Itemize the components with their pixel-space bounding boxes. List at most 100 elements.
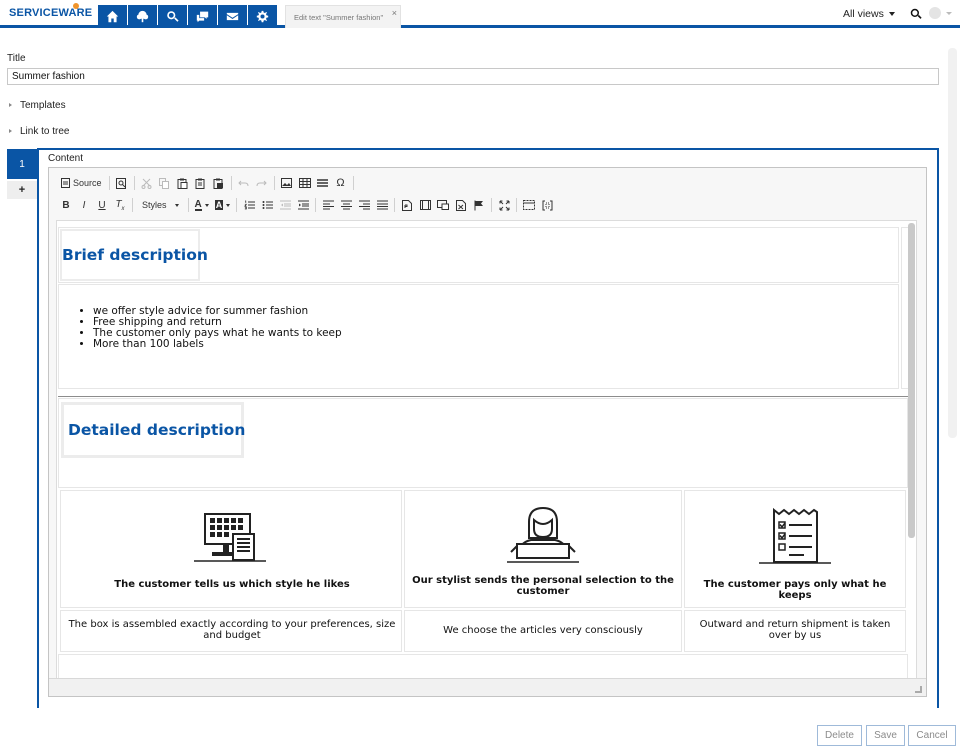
avatar[interactable] bbox=[929, 7, 941, 19]
chevron-down-icon[interactable] bbox=[889, 12, 895, 16]
undo-button[interactable] bbox=[235, 174, 253, 192]
tab-close-icon[interactable]: × bbox=[392, 8, 397, 18]
maximize-button[interactable] bbox=[495, 196, 513, 214]
nav-home-button[interactable] bbox=[98, 5, 127, 28]
paste-button[interactable] bbox=[174, 174, 192, 192]
toolbar-divider bbox=[133, 176, 135, 190]
preview-button[interactable] bbox=[113, 174, 131, 192]
bold-icon: B bbox=[62, 199, 70, 211]
step-description: Outward and return shipment is taken ove… bbox=[699, 619, 891, 641]
editor-content-area[interactable]: Brief description we offer style advice … bbox=[56, 220, 917, 679]
copy-button[interactable] bbox=[156, 174, 174, 192]
chevron-down-icon[interactable] bbox=[946, 12, 952, 15]
template-button[interactable] bbox=[452, 196, 470, 214]
expand-arrow-icon bbox=[9, 103, 12, 108]
justify-icon bbox=[376, 200, 388, 210]
flag-icon bbox=[474, 200, 484, 210]
delete-button[interactable]: Delete bbox=[817, 725, 862, 746]
view-selector[interactable]: All views bbox=[843, 8, 884, 20]
align-left-button[interactable] bbox=[319, 196, 337, 214]
pdf-button[interactable] bbox=[398, 196, 416, 214]
link-to-tree-expander[interactable]: Link to tree bbox=[9, 126, 69, 137]
text-color-button[interactable]: A bbox=[192, 196, 212, 214]
logo[interactable]: SERVICEWARE bbox=[9, 7, 92, 19]
brief-heading: Brief description bbox=[62, 246, 208, 264]
search-icon[interactable] bbox=[910, 8, 922, 20]
toolbar-divider bbox=[491, 198, 493, 212]
templates-expander[interactable]: Templates bbox=[9, 100, 66, 111]
nav-mail-button[interactable] bbox=[218, 5, 247, 28]
underline-button[interactable]: U bbox=[93, 196, 111, 214]
remove-format-button[interactable]: Tx bbox=[111, 196, 129, 214]
redo-button[interactable] bbox=[253, 174, 271, 192]
table-button[interactable] bbox=[296, 174, 314, 192]
image-button[interactable] bbox=[278, 174, 296, 192]
styles-dropdown[interactable]: Styles bbox=[136, 196, 185, 214]
redo-icon bbox=[256, 180, 267, 186]
cut-icon bbox=[141, 178, 152, 189]
toolbar-divider bbox=[132, 198, 133, 212]
step-description: We choose the articles very consciously bbox=[443, 625, 643, 636]
list-item: More than 100 labels bbox=[93, 339, 342, 350]
styles-label: Styles bbox=[142, 200, 167, 210]
chevron-down-icon bbox=[226, 203, 231, 207]
save-button[interactable]: Save bbox=[866, 725, 905, 746]
show-blocks-button[interactable] bbox=[520, 196, 538, 214]
cut-button[interactable] bbox=[138, 174, 156, 192]
align-right-button[interactable] bbox=[355, 196, 373, 214]
page-scrollbar[interactable] bbox=[948, 48, 957, 438]
nav-chat-button[interactable] bbox=[188, 5, 217, 28]
nav-search-button[interactable] bbox=[158, 5, 187, 28]
paste-word-icon bbox=[213, 178, 224, 189]
anchor-button[interactable] bbox=[470, 196, 488, 214]
detailed-heading: Detailed description bbox=[68, 421, 246, 439]
align-center-button[interactable] bbox=[337, 196, 355, 214]
resize-handle-icon[interactable] bbox=[915, 686, 922, 693]
source-label: Source bbox=[73, 178, 102, 188]
numbered-list-button[interactable] bbox=[240, 196, 258, 214]
title-input[interactable] bbox=[7, 68, 939, 85]
section-divider bbox=[58, 396, 908, 397]
paste-icon bbox=[177, 178, 188, 189]
indent-button[interactable] bbox=[294, 196, 312, 214]
italic-icon: I bbox=[82, 199, 86, 211]
top-bar: SERVICEWARE Edit text "Summer fashion" ×… bbox=[0, 0, 960, 28]
source-button[interactable]: Source bbox=[57, 174, 106, 192]
home-icon bbox=[106, 10, 119, 23]
main-navigation bbox=[98, 5, 278, 28]
bold-button[interactable]: B bbox=[57, 196, 75, 214]
justify-button[interactable] bbox=[373, 196, 391, 214]
preview-icon bbox=[116, 177, 127, 189]
nav-settings-button[interactable] bbox=[248, 5, 277, 28]
special-character-button[interactable]: Ω bbox=[332, 174, 350, 192]
gear-icon bbox=[256, 10, 269, 23]
pdf-icon bbox=[402, 199, 413, 211]
tab-edit-text[interactable]: Edit text "Summer fashion" × bbox=[285, 5, 401, 28]
nav-tree-button[interactable] bbox=[128, 5, 157, 28]
video-button[interactable] bbox=[416, 196, 434, 214]
italic-button[interactable]: I bbox=[75, 196, 93, 214]
monitor-icon bbox=[194, 513, 266, 562]
horizontal-line-button[interactable] bbox=[314, 174, 332, 192]
bulleted-list-button[interactable] bbox=[258, 196, 276, 214]
chevron-down-icon bbox=[204, 203, 209, 207]
content-tab-1[interactable]: 1 bbox=[7, 149, 37, 179]
search-icon bbox=[167, 11, 179, 22]
stylist-icon bbox=[507, 506, 579, 563]
add-content-tab-button[interactable]: + bbox=[7, 181, 37, 199]
div-container-button[interactable] bbox=[538, 196, 556, 214]
cancel-button[interactable]: Cancel bbox=[908, 725, 956, 746]
undo-icon bbox=[238, 180, 249, 186]
editor-scrollbar-thumb[interactable] bbox=[908, 223, 915, 538]
paste-text-button[interactable] bbox=[192, 174, 210, 192]
toolbar-divider bbox=[108, 176, 110, 190]
div-container-icon bbox=[542, 200, 553, 210]
embed-media-button[interactable] bbox=[434, 196, 452, 214]
outdent-button[interactable] bbox=[276, 196, 294, 214]
toolbar-divider bbox=[273, 176, 275, 190]
paste-word-button[interactable] bbox=[210, 174, 228, 192]
background-color-button[interactable]: A bbox=[212, 196, 234, 214]
step-title: Our stylist sends the personal selection… bbox=[412, 575, 674, 597]
align-right-icon bbox=[358, 200, 370, 210]
tree-icon bbox=[136, 10, 149, 23]
